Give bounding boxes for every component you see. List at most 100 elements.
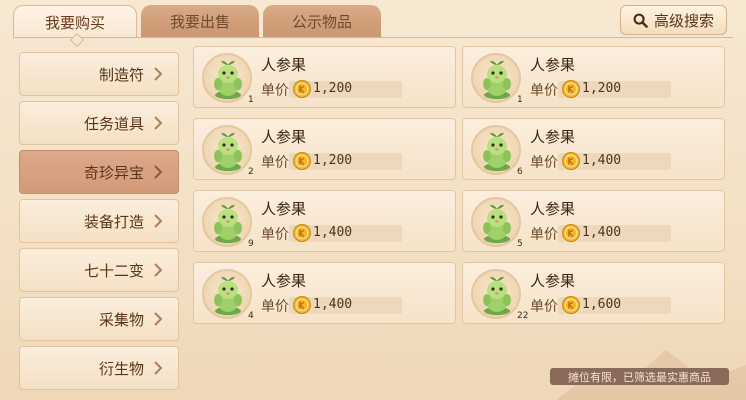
item-quantity: 5 — [517, 239, 523, 249]
item-icon-frame — [471, 125, 521, 175]
sidebar-item-seventy-two-transformations[interactable]: 七十二变 — [19, 248, 179, 292]
listing-card[interactable]: 2 人参果 单价 1,200 — [193, 118, 456, 180]
item-icon-frame — [202, 197, 252, 247]
gold-coin-icon — [562, 152, 580, 170]
price-row: 单价 1,400 — [261, 224, 402, 243]
advanced-search-button[interactable]: 高级搜索 — [620, 5, 727, 35]
tab-buy-label: 我要购买 — [44, 13, 105, 32]
price-value: 1,400 — [582, 153, 622, 168]
ginseng-fruit-icon — [483, 60, 511, 99]
ginseng-fruit-icon — [214, 60, 242, 99]
sidebar-item-derivatives[interactable]: 衍生物 — [19, 346, 179, 390]
tab-sell[interactable]: 我要出售 — [141, 5, 259, 38]
advanced-search-label: 高级搜索 — [653, 11, 714, 30]
item-name: 人参果 — [530, 200, 576, 218]
sidebar-item-label: 制造符 — [98, 65, 144, 84]
price-value: 1,400 — [582, 225, 622, 240]
item-icon-frame — [471, 53, 521, 103]
price-row: 单价 1,600 — [530, 296, 671, 315]
tab-sell-label: 我要出售 — [169, 13, 230, 31]
chevron-right-icon — [154, 67, 163, 81]
price-value: 1,600 — [582, 297, 622, 312]
sidebar-item-rare-treasures[interactable]: 奇珍异宝 — [19, 150, 179, 194]
gold-coin-icon — [562, 296, 580, 314]
gold-coin-icon — [293, 80, 311, 98]
price-label: 单价 — [261, 299, 289, 315]
sidebar-item-label: 衍生物 — [98, 359, 144, 378]
price-label: 单价 — [530, 155, 558, 171]
sidebar-item-label: 装备打造 — [83, 212, 144, 231]
tip-banner: 摊位有限，已筛选最实惠商品 — [550, 368, 729, 385]
ginseng-fruit-icon — [214, 132, 242, 171]
sidebar-item-equipment-forging[interactable]: 装备打造 — [19, 199, 179, 243]
sidebar-item-label: 任务道具 — [83, 114, 144, 133]
item-quantity: 2 — [248, 167, 254, 177]
price-label: 单价 — [261, 83, 289, 99]
item-icon-frame — [202, 53, 252, 103]
price-row: 单价 1,200 — [261, 152, 402, 171]
price-value: 1,200 — [313, 81, 353, 96]
item-name: 人参果 — [261, 56, 307, 74]
item-quantity: 1 — [517, 95, 523, 105]
sidebar-item-manufacture-talisman[interactable]: 制造符 — [19, 52, 179, 96]
item-icon-frame — [471, 197, 521, 247]
item-quantity: 22 — [517, 311, 529, 321]
item-quantity: 9 — [248, 239, 254, 249]
category-sidebar[interactable]: 制造符 任务道具 奇珍异宝 装备打造 七十二变 采集物 衍生物 — [14, 44, 184, 400]
gold-coin-icon — [293, 296, 311, 314]
sidebar-item-label: 奇珍异宝 — [83, 163, 144, 182]
item-name: 人参果 — [530, 128, 576, 146]
ginseng-fruit-icon — [483, 204, 511, 243]
item-name: 人参果 — [530, 272, 576, 290]
ginseng-fruit-icon — [483, 132, 511, 171]
item-name: 人参果 — [261, 200, 307, 218]
tip-text: 摊位有限，已筛选最实惠商品 — [568, 370, 711, 384]
sidebar-item-quest-items[interactable]: 任务道具 — [19, 101, 179, 145]
price-label: 单价 — [261, 155, 289, 171]
item-quantity: 6 — [517, 167, 523, 177]
listing-card[interactable]: 9 人参果 单价 1,400 — [193, 190, 456, 252]
item-icon-frame — [202, 269, 252, 319]
listing-card[interactable]: 22 人参果 单价 1,600 — [462, 262, 725, 324]
item-name: 人参果 — [261, 272, 307, 290]
gold-coin-icon — [562, 80, 580, 98]
item-quantity: 4 — [248, 311, 254, 321]
chevron-right-icon — [154, 263, 163, 277]
price-label: 单价 — [530, 299, 558, 315]
price-value: 1,200 — [582, 81, 622, 96]
gold-coin-icon — [562, 224, 580, 242]
chevron-right-icon — [154, 361, 163, 375]
sidebar-item-gathered-materials[interactable]: 采集物 — [19, 297, 179, 341]
gold-coin-icon — [293, 224, 311, 242]
price-row: 单价 1,200 — [530, 80, 671, 99]
item-icon-frame — [471, 269, 521, 319]
listing-card[interactable]: 1 人参果 单价 1,200 — [462, 46, 725, 108]
price-row: 单价 1,400 — [530, 224, 671, 243]
price-row: 单价 1,200 — [261, 80, 402, 99]
price-value: 1,400 — [313, 297, 353, 312]
mountain-decoration — [556, 350, 746, 400]
listing-card[interactable]: 6 人参果 单价 1,400 — [462, 118, 725, 180]
chevron-right-icon — [154, 214, 163, 228]
sidebar-item-label: 七十二变 — [83, 261, 144, 280]
chevron-right-icon — [154, 312, 163, 326]
price-label: 单价 — [261, 227, 289, 243]
listing-card[interactable]: 1 人参果 单价 1,200 — [193, 46, 456, 108]
tab-divider — [13, 37, 733, 38]
item-quantity: 1 — [248, 95, 254, 105]
tab-bar: 我要购买 我要出售 公示物品 — [13, 5, 381, 38]
price-label: 单价 — [530, 227, 558, 243]
price-value: 1,400 — [313, 225, 353, 240]
ginseng-fruit-icon — [483, 276, 511, 315]
chevron-right-icon — [154, 165, 163, 179]
chevron-right-icon — [154, 116, 163, 130]
price-row: 单价 1,400 — [530, 152, 671, 171]
item-name: 人参果 — [530, 56, 576, 74]
listing-card[interactable]: 5 人参果 单价 1,400 — [462, 190, 725, 252]
ginseng-fruit-icon — [214, 276, 242, 315]
listing-card[interactable]: 4 人参果 单价 1,400 — [193, 262, 456, 324]
price-label: 单价 — [530, 83, 558, 99]
tab-public[interactable]: 公示物品 — [263, 5, 381, 38]
price-value: 1,200 — [313, 153, 353, 168]
tab-public-label: 公示物品 — [291, 13, 352, 31]
